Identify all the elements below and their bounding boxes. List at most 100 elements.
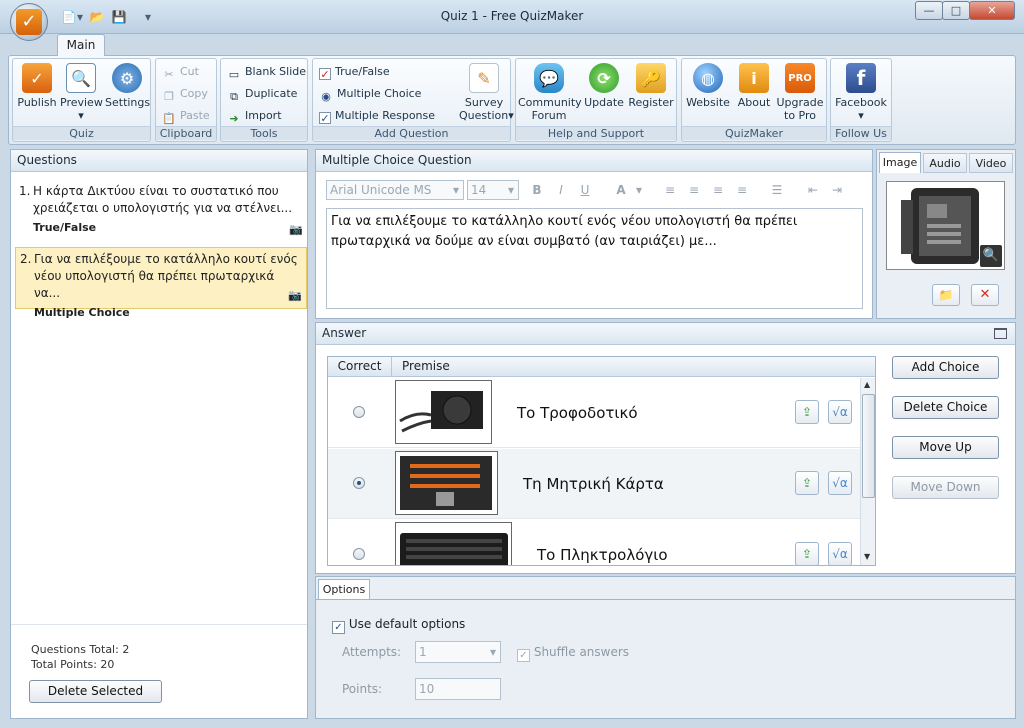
attempts-select[interactable]: 1 ▾	[415, 641, 501, 663]
use-default-options-checkbox[interactable]: ✓ Use default options	[332, 617, 465, 634]
maximize-button[interactable]: □	[942, 1, 970, 20]
group-tools: ▭ Blank Slide ⧉ Duplicate ➜ Import Tools	[220, 58, 308, 142]
update-button[interactable]: ⟳ Update	[582, 63, 626, 109]
tab-options[interactable]: Options	[318, 579, 370, 599]
facebook-icon: f	[846, 63, 876, 93]
multiple-choice-button[interactable]: ◉ Multiple Choice	[319, 85, 421, 103]
table-header: Correct Premise	[328, 357, 875, 377]
column-correct[interactable]: Correct	[328, 357, 392, 377]
zoom-icon[interactable]: 🔍	[980, 245, 1002, 267]
checkbox-checked[interactable]: ✓	[517, 649, 530, 662]
formula-icon[interactable]: √α	[828, 542, 852, 565]
choice-text[interactable]: Το Πληκτρολόγιο	[537, 546, 668, 564]
image-upload-icon[interactable]: ⇪	[795, 400, 819, 424]
correct-radio[interactable]	[353, 477, 365, 489]
move-down-button[interactable]: Move Down	[892, 476, 999, 499]
formula-icon[interactable]: √α	[828, 400, 852, 424]
points-input[interactable]: 10	[415, 678, 501, 700]
group-label-follow: Follow Us	[831, 126, 891, 140]
choice-text[interactable]: Το Τροφοδοτικό	[517, 404, 638, 422]
add-choice-button[interactable]: Add Choice	[892, 356, 999, 379]
survey-question-button[interactable]: ✎ Survey Question▾	[459, 63, 514, 122]
align-right-icon[interactable]: ≡	[709, 180, 727, 200]
image-upload-icon[interactable]: ⇪	[795, 542, 819, 565]
font-color-button[interactable]: A	[612, 180, 630, 200]
scroll-up-icon[interactable]: ▲	[864, 380, 870, 389]
paste-button[interactable]: 📋 Paste	[162, 107, 210, 125]
chevron-down-icon: ▾	[452, 183, 459, 197]
question-image[interactable]: 🔍	[886, 181, 1005, 270]
tab-audio[interactable]: Audio	[923, 153, 967, 173]
community-forum-button[interactable]: 💬 Community Forum	[518, 63, 582, 122]
tab-image[interactable]: Image	[879, 152, 921, 173]
image-upload-icon[interactable]: ⇪	[795, 471, 819, 495]
settings-button[interactable]: ⚙ Settings	[105, 63, 150, 109]
indent-icon[interactable]: ⇥	[828, 180, 846, 200]
copy-button[interactable]: ❐ Copy	[162, 85, 208, 103]
choice-image[interactable]	[395, 522, 512, 565]
checkbox-checked[interactable]: ✓	[332, 621, 345, 634]
folder-icon: 📁	[938, 288, 954, 302]
correct-radio[interactable]	[353, 548, 365, 560]
publish-button[interactable]: ✓ Publish	[16, 63, 58, 109]
upgrade-pro-button[interactable]: PRO Upgrade to Pro	[776, 63, 824, 122]
import-button[interactable]: ➜ Import	[227, 107, 281, 125]
true-false-icon: ✓	[319, 68, 331, 81]
blank-slide-button[interactable]: ▭ Blank Slide	[227, 63, 306, 81]
duplicate-button[interactable]: ⧉ Duplicate	[227, 85, 297, 103]
scrollbar-thumb[interactable]	[862, 394, 875, 498]
choice-text[interactable]: Τη Μητρική Κάρτα	[523, 475, 664, 493]
question-text-input[interactable]: Για να επιλέξουμε το κατάλληλο κουτί ενό…	[326, 208, 863, 309]
justify-icon[interactable]: ≡	[733, 180, 751, 200]
checkbox-icon: ✓	[319, 112, 331, 125]
group-label-add-question: Add Question	[313, 126, 510, 140]
table-row[interactable]: Το Τροφοδοτικό ⇪ √α	[328, 378, 862, 448]
column-premise[interactable]: Premise	[402, 357, 450, 377]
question-item-2[interactable]: 2. Για να επιλέξουμε το κατάλληλο κουτί …	[15, 247, 307, 319]
cut-button[interactable]: ✂ Cut	[162, 63, 199, 81]
true-false-button[interactable]: ✓ True/False	[319, 63, 390, 81]
tab-video[interactable]: Video	[969, 153, 1013, 173]
delete-choice-button[interactable]: Delete Choice	[892, 396, 999, 419]
align-center-icon[interactable]: ≡	[685, 180, 703, 200]
gear-icon: ⚙	[112, 63, 142, 93]
question-item-1[interactable]: 1. Η κάρτα Δικτύου είναι το συστατικό πο…	[15, 180, 307, 242]
facebook-button[interactable]: f Facebook ▾	[833, 63, 889, 122]
choice-image[interactable]	[395, 380, 492, 444]
table-row[interactable]: Τη Μητρική Κάρτα ⇪ √α	[328, 449, 862, 519]
choice-image[interactable]	[395, 451, 498, 515]
preview-button[interactable]: 🔍 Preview ▾	[60, 63, 103, 122]
app-menu-button[interactable]: ✓	[10, 3, 48, 41]
outdent-icon[interactable]: ⇤	[804, 180, 822, 200]
shuffle-answers-checkbox[interactable]: ✓ Shuffle answers	[517, 645, 629, 662]
tab-main[interactable]: Main	[57, 34, 105, 56]
multiple-response-button[interactable]: ✓ Multiple Response	[319, 107, 435, 125]
answer-scrollbar[interactable]: ▲ ▼	[860, 378, 875, 565]
italic-button[interactable]: I	[552, 180, 570, 200]
maximize-panel-icon[interactable]	[994, 328, 1007, 339]
formula-icon[interactable]: √α	[828, 471, 852, 495]
about-button[interactable]: i About	[734, 63, 774, 109]
bullet-list-icon[interactable]: ☰	[768, 180, 786, 200]
media-panel: Image Audio Video 🔍 📁 ✕	[876, 149, 1016, 319]
close-button[interactable]: ✕	[969, 1, 1015, 20]
font-family-select[interactable]: Arial Unicode MS ▾	[326, 180, 464, 200]
register-button[interactable]: 🔑 Register	[627, 63, 675, 109]
open-image-button[interactable]: 📁	[932, 284, 960, 306]
underline-button[interactable]: U	[576, 180, 594, 200]
divider	[11, 624, 307, 625]
delete-image-button[interactable]: ✕	[971, 284, 999, 306]
delete-selected-button[interactable]: Delete Selected	[29, 680, 162, 703]
ribbon: ✓ Publish 🔍 Preview ▾ ⚙ Settings Quiz ✂ C…	[8, 55, 1016, 145]
bold-button[interactable]: B	[528, 180, 546, 200]
website-button[interactable]: ◍ Website	[684, 63, 732, 109]
scroll-down-icon[interactable]: ▼	[864, 552, 870, 561]
font-size-select[interactable]: 14 ▾	[467, 180, 519, 200]
chevron-down-icon[interactable]: ▾	[634, 180, 644, 200]
correct-radio[interactable]	[353, 406, 365, 418]
move-up-button[interactable]: Move Up	[892, 436, 999, 459]
table-row[interactable]: Το Πληκτρολόγιο ⇪ √α	[328, 520, 862, 565]
answer-table: Correct Premise Το Τροφοδοτικό ⇪ √α Τη Μ…	[327, 356, 876, 566]
minimize-button[interactable]: —	[915, 1, 943, 20]
align-left-icon[interactable]: ≡	[661, 180, 679, 200]
